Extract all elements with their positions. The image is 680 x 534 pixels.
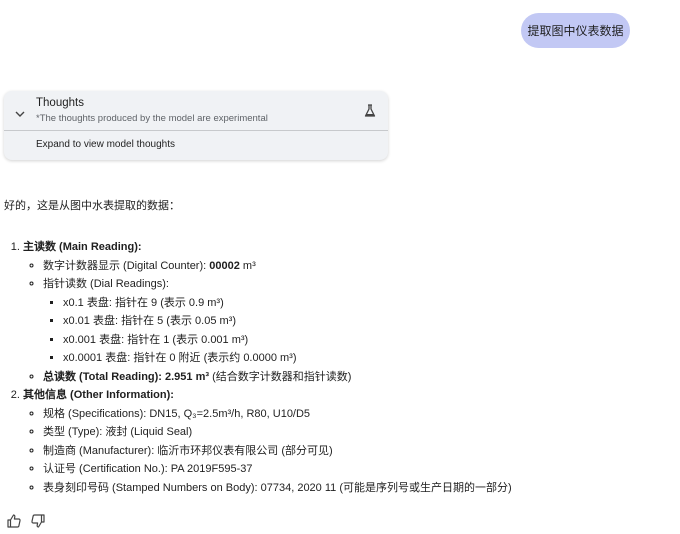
list-item: 表身刻印号码 (Stamped Numbers on Body): 07734,… — [43, 479, 600, 498]
response-list: 主读数 (Main Reading): 数字计数器显示 (Digital Cou… — [0, 238, 600, 497]
flask-icon — [364, 104, 376, 117]
response-content: 主读数 (Main Reading): 数字计数器显示 (Digital Cou… — [0, 238, 600, 497]
list-item: x0.01 表盘: 指针在 5 (表示 0.05 m³) — [63, 312, 600, 331]
list-item: 数字计数器显示 (Digital Counter): 00002 m³ — [43, 257, 600, 276]
user-message-bubble: 提取图中仪表数据 — [521, 13, 630, 48]
user-message-text: 提取图中仪表数据 — [527, 24, 624, 38]
digital-counter-label: 数字计数器显示 (Digital Counter): — [43, 259, 210, 272]
total-reading-label: 总读数 (Total Reading): 2.951 m³ — [43, 370, 210, 383]
list-item: 类型 (Type): 液封 (Liquid Seal) — [43, 423, 600, 442]
thoughts-panel[interactable]: Thoughts *The thoughts produced by the m… — [4, 91, 388, 160]
list-item: x0.0001 表盘: 指针在 0 附近 (表示约 0.0000 m³) — [63, 349, 600, 368]
list-item: 认证号 (Certification No.): PA 2019F595-37 — [43, 460, 600, 479]
section-title: 其他信息 (Other Information): — [23, 389, 174, 401]
list-item: 指针读数 (Dial Readings): x0.1 表盘: 指针在 9 (表示… — [43, 275, 600, 368]
thumb-down-icon[interactable] — [30, 513, 46, 529]
digital-counter-value: 00002 — [209, 259, 240, 272]
list-item: x0.1 表盘: 指针在 9 (表示 0.9 m³) — [63, 294, 600, 313]
response-intro: 好的，这是从图中水表提取的数据： — [4, 200, 180, 212]
section-title: 主读数 (Main Reading): — [23, 241, 142, 253]
thoughts-title: Thoughts — [36, 97, 84, 109]
list-item: x0.001 表盘: 指针在 1 (表示 0.001 m³) — [63, 331, 600, 350]
expand-thoughts-link[interactable]: Expand to view model thoughts — [36, 139, 175, 150]
thumb-up-icon[interactable] — [6, 513, 22, 529]
list-item: 规格 (Specifications): DN15, Q₃=2.5m³/h, R… — [43, 405, 600, 424]
list-item: 总读数 (Total Reading): 2.951 m³ (结合数字计数器和指… — [43, 368, 600, 387]
list-item: 其他信息 (Other Information): 规格 (Specificat… — [23, 386, 600, 497]
dial-readings-label: 指针读数 (Dial Readings): — [43, 278, 169, 290]
total-reading-note: (结合数字计数器和指针读数) — [209, 370, 352, 383]
thoughts-subtitle: *The thoughts produced by the model are … — [36, 113, 268, 124]
digital-counter-unit: m³ — [239, 259, 256, 272]
thoughts-divider — [4, 130, 388, 131]
response-actions — [6, 513, 46, 529]
list-item: 制造商 (Manufacturer): 临沂市环邦仪表有限公司 (部分可见) — [43, 442, 600, 461]
chevron-down-icon[interactable] — [13, 107, 27, 121]
list-item: 主读数 (Main Reading): 数字计数器显示 (Digital Cou… — [23, 238, 600, 386]
